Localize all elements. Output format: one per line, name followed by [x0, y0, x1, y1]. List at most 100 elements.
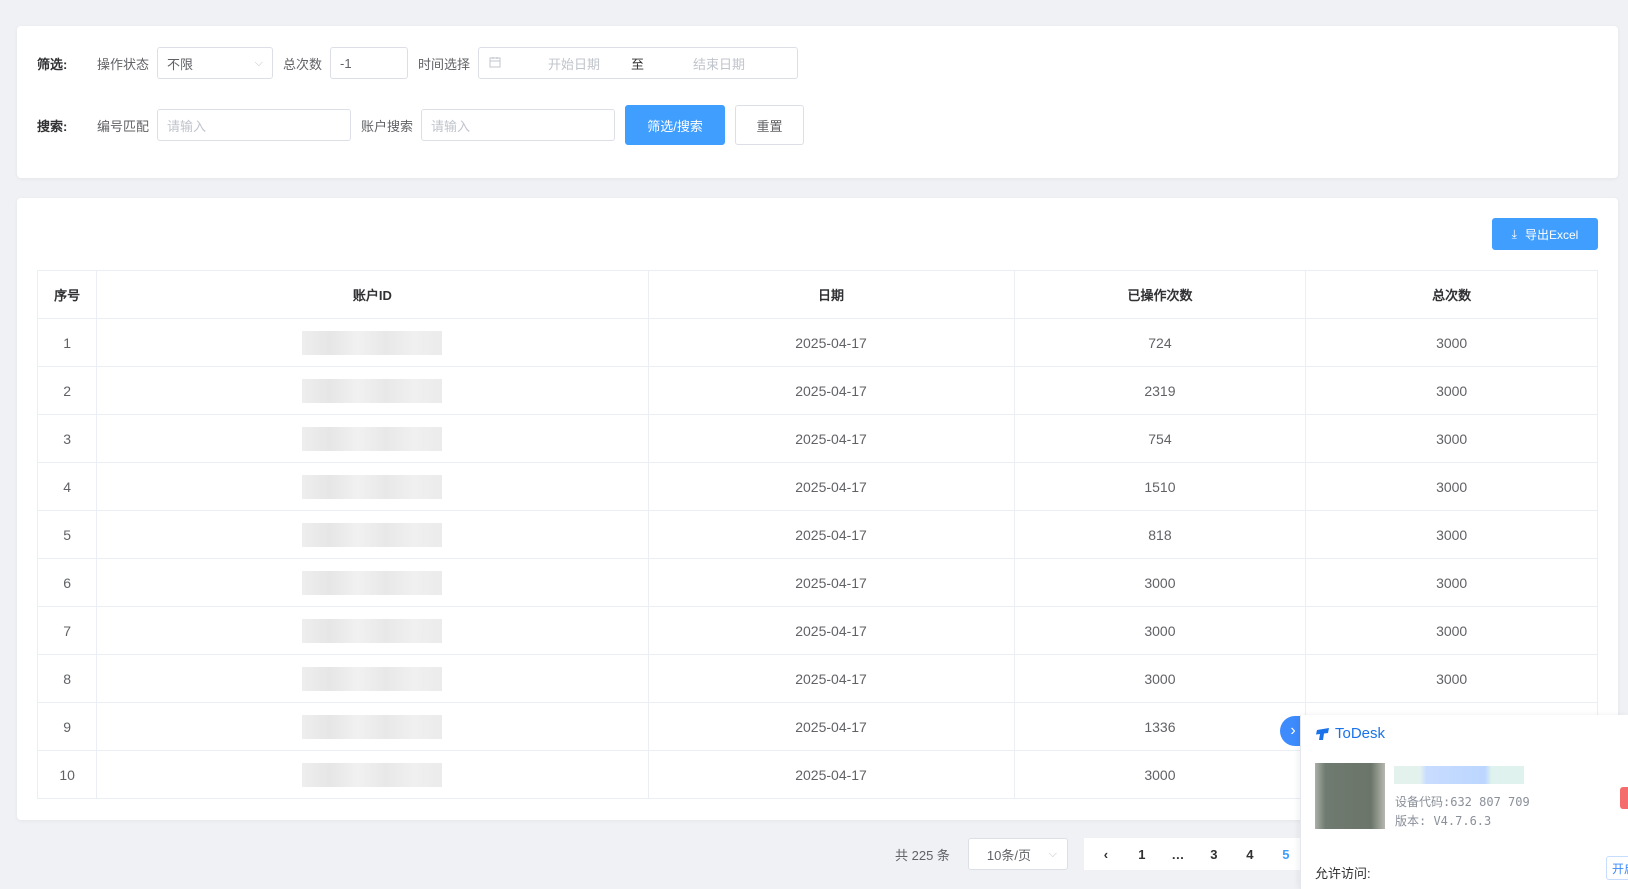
cell-date: 2025-04-17 — [647, 510, 1015, 559]
cell-date: 2025-04-17 — [647, 558, 1015, 607]
cell-total-count: 3000 — [1305, 558, 1598, 607]
table-row[interactable]: 6 2025-04-17 3000 3000 — [36, 558, 1598, 607]
cell-index: 5 — [36, 510, 98, 559]
cell-account-id — [96, 366, 649, 415]
page-button[interactable]: 1 — [1124, 847, 1160, 862]
cell-index: 6 — [36, 558, 98, 607]
cell-done-count: 3000 — [1013, 654, 1307, 703]
table-header-row: 序号 账户ID 日期 已操作次数 总次数 — [36, 270, 1598, 319]
table-row[interactable]: 7 2025-04-17 3000 3000 — [36, 606, 1598, 655]
filter-row: 筛选: 操作状态 不限 ⌵ 总次数 -1 时间选择 开始日期 至 结束日期 — [37, 47, 808, 79]
status-label: 操作状态 — [97, 56, 150, 72]
cell-account-id — [96, 654, 649, 703]
table-row[interactable]: 4 2025-04-17 1510 3000 — [36, 462, 1598, 511]
date-range-picker[interactable]: 开始日期 至 结束日期 — [478, 47, 799, 79]
redacted-account-id — [302, 474, 443, 499]
page-button[interactable]: 3 — [1196, 847, 1232, 862]
status-select[interactable]: 不限 ⌵ — [157, 47, 274, 79]
total-count-input[interactable]: -1 — [330, 47, 409, 79]
cell-done-count: 3000 — [1013, 606, 1307, 655]
range-separator: 至 — [631, 56, 645, 72]
pagination: 共 225 条 10条/页 ⌵ ‹ 1 … 3 4 5 — [895, 838, 1308, 870]
cell-account-id — [96, 462, 649, 511]
cell-account-id — [96, 318, 649, 367]
export-excel-button[interactable]: ⤓ 导出Excel — [1492, 218, 1598, 250]
status-badge[interactable] — [1620, 787, 1628, 809]
cell-done-count: 2319 — [1013, 366, 1307, 415]
table-row[interactable]: 5 2025-04-17 818 3000 — [36, 510, 1598, 559]
cell-index: 1 — [36, 318, 98, 367]
cell-account-id — [96, 414, 649, 463]
header-total-count[interactable]: 总次数 — [1305, 270, 1598, 319]
redacted-device-name — [1394, 766, 1524, 784]
chevron-left-icon[interactable]: ‹ — [1088, 847, 1124, 862]
chevron-down-icon: ⌵ — [1048, 847, 1057, 860]
total-count-label: 总次数 — [283, 56, 323, 72]
cell-done-count: 1510 — [1013, 462, 1307, 511]
table-row[interactable]: 2 2025-04-17 2319 3000 — [36, 366, 1598, 415]
header-done-count[interactable]: 已操作次数 — [1013, 270, 1307, 319]
cell-index: 3 — [36, 414, 98, 463]
calendar-icon — [489, 56, 501, 71]
end-date-placeholder[interactable]: 结束日期 — [674, 54, 764, 73]
redacted-account-id — [302, 378, 443, 403]
account-search-input[interactable]: 请输入 — [421, 109, 616, 141]
total-count-text: 共 225 条 — [895, 847, 950, 863]
cell-account-id — [96, 606, 649, 655]
search-row-label: 搜索: — [37, 118, 68, 134]
chevron-right-icon: › — [1290, 722, 1296, 739]
cell-done-count: 754 — [1013, 414, 1307, 463]
code-match-input[interactable]: 请输入 — [157, 109, 352, 141]
status-value: 不限 — [167, 56, 194, 72]
cell-date: 2025-04-17 — [647, 318, 1015, 367]
cell-done-count: 724 — [1013, 318, 1307, 367]
code-match-placeholder: 请输入 — [167, 118, 207, 134]
cell-date: 2025-04-17 — [647, 702, 1015, 751]
todesk-logo-icon — [1316, 727, 1329, 740]
filter-row-label: 筛选: — [37, 56, 68, 72]
cell-total-count: 3000 — [1305, 510, 1598, 559]
open-access-button[interactable]: 开启 — [1606, 856, 1628, 880]
page-button-active[interactable]: 5 — [1268, 847, 1304, 862]
cell-index: 9 — [36, 702, 98, 751]
export-excel-label: 导出Excel — [1524, 227, 1579, 242]
cell-index: 8 — [36, 654, 98, 703]
download-icon: ⤓ — [1511, 226, 1517, 241]
cell-total-count: 3000 — [1305, 318, 1598, 367]
page-size-select[interactable]: 10条/页 ⌵ — [967, 838, 1068, 870]
cell-date: 2025-04-17 — [647, 750, 1015, 799]
table-row[interactable]: 3 2025-04-17 754 3000 — [36, 414, 1598, 463]
page-button[interactable]: 4 — [1232, 847, 1268, 862]
cell-index: 7 — [36, 606, 98, 655]
chevron-down-icon: ⌵ — [254, 56, 264, 69]
page-ellipsis[interactable]: … — [1160, 847, 1196, 862]
device-code: 设备代码:632 807 709 — [1395, 795, 1530, 809]
cell-done-count: 818 — [1013, 510, 1307, 559]
header-account-id[interactable]: 账户ID — [96, 270, 649, 319]
redacted-account-id — [302, 762, 443, 787]
redacted-account-id — [302, 618, 443, 643]
cell-total-count: 3000 — [1305, 366, 1598, 415]
table-row[interactable]: 8 2025-04-17 3000 3000 — [36, 654, 1598, 703]
cell-done-count: 3000 — [1013, 558, 1307, 607]
pager: ‹ 1 … 3 4 5 — [1083, 838, 1308, 870]
version-text: 版本: V4.7.6.3 — [1395, 814, 1492, 828]
search-button[interactable]: 筛选/搜索 — [625, 105, 726, 145]
cell-index: 10 — [36, 750, 98, 799]
reset-button[interactable]: 重置 — [735, 105, 805, 145]
cell-date: 2025-04-17 — [647, 606, 1015, 655]
cell-date: 2025-04-17 — [647, 654, 1015, 703]
header-date[interactable]: 日期 — [647, 270, 1015, 319]
redacted-account-id — [302, 426, 443, 451]
cell-done-count: 3000 — [1013, 750, 1307, 799]
account-search-placeholder: 请输入 — [431, 118, 471, 134]
cell-account-id — [96, 558, 649, 607]
cell-date: 2025-04-17 — [647, 462, 1015, 511]
table-row[interactable]: 1 2025-04-17 724 3000 — [36, 318, 1598, 367]
header-index[interactable]: 序号 — [36, 270, 98, 319]
cell-account-id — [96, 510, 649, 559]
start-date-placeholder[interactable]: 开始日期 — [529, 54, 619, 73]
allow-access-label: 允许访问: — [1315, 866, 1371, 881]
cell-total-count: 3000 — [1305, 414, 1598, 463]
avatar — [1315, 763, 1385, 829]
